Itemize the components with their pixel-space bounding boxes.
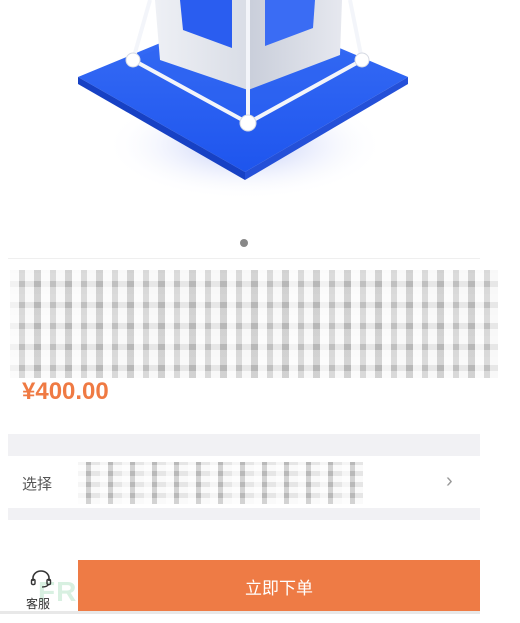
select-label: 选择 (22, 476, 53, 493)
product-price: ¥400.00 (22, 378, 109, 405)
carousel-indicator-dot[interactable] (240, 239, 248, 247)
buy-now-button[interactable]: 立即下单 (78, 560, 480, 612)
bottom-divider (0, 611, 480, 614)
details-placeholder (8, 520, 480, 560)
cube-illustration (78, 0, 408, 200)
spec-select-row[interactable]: 选择 › (8, 456, 480, 508)
customer-service-label: 客服 (26, 597, 51, 611)
product-title-redacted (10, 270, 498, 378)
selected-spec-redacted (78, 462, 363, 504)
section-divider (8, 508, 480, 520)
headset-icon (30, 570, 52, 588)
customer-service-button[interactable]: FREEBUF 客服 (0, 560, 176, 612)
product-image-carousel[interactable] (0, 0, 480, 258)
chevron-right-icon: › (446, 470, 453, 492)
divider (8, 258, 480, 259)
bottom-action-bar: FREEBUF 客服 立即下单 (0, 560, 480, 612)
section-divider (8, 434, 480, 456)
product-detail-page: ¥400.00 选择 › FREEBUF 客服 立即下单 (0, 0, 498, 623)
